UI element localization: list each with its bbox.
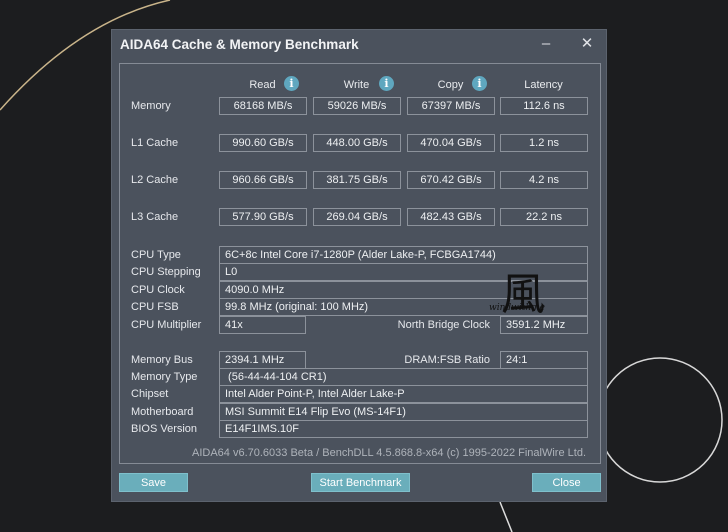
cpu-multiplier-value: 41x [219,316,306,334]
cpu-multiplier-label: CPU Multiplier [131,319,202,331]
minimize-icon[interactable]: – [535,34,557,54]
bios-version-label: BIOS Version [131,423,198,435]
bench-value-read: 577.90 GB/s [219,208,307,226]
read-info-icon[interactable]: i [284,76,299,91]
bench-row-label: L1 Cache [131,137,179,149]
bench-value-copy: 482.43 GB/s [407,208,495,226]
bench-value-latency: 112.6 ns [500,97,588,115]
bench-value-write: 448.00 GB/s [313,134,401,152]
write-info-icon[interactable]: i [379,76,394,91]
bench-value-latency: 4.2 ns [500,171,588,189]
chipset-label: Chipset [131,388,169,400]
watermark: 風windwithme [489,269,545,320]
cpu-clock-label: CPU Clock [131,284,185,296]
bench-value-latency: 22.2 ns [500,208,588,226]
dram-fsb-ratio-value: 24:1 [500,351,588,369]
bench-value-read: 990.60 GB/s [219,134,307,152]
bench-value-copy: 670.42 GB/s [407,171,495,189]
memory-type-label: Memory Type [131,371,198,383]
window-title: AIDA64 Cache & Memory Benchmark [120,37,359,52]
close-icon[interactable]: ✕ [576,34,598,54]
north-bridge-label: North Bridge Clock [397,319,490,331]
bench-value-write: 59026 MB/s [313,97,401,115]
cpu-type-label: CPU Type [131,249,181,261]
motherboard-label: Motherboard [131,406,194,418]
chipset-value: Intel Alder Point-P, Intel Alder Lake-P [219,385,588,403]
bench-value-copy: 470.04 GB/s [407,134,495,152]
dram-fsb-ratio-label: DRAM:FSB Ratio [404,354,490,366]
cpu-stepping-label: CPU Stepping [131,266,201,278]
bench-row-label: L3 Cache [131,211,179,223]
bench-value-read: 960.66 GB/s [219,171,307,189]
bench-row-label: L2 Cache [131,174,179,186]
save-button[interactable]: Save [119,473,188,492]
results-panel: Read i Write i Copy i Latency Memory 6816… [119,63,601,464]
bench-row-label: Memory [131,100,171,112]
bench-value-latency: 1.2 ns [500,134,588,152]
start-benchmark-button[interactable]: Start Benchmark [311,473,410,492]
benchmark-window: AIDA64 Cache & Memory Benchmark – ✕ Read… [111,29,607,502]
motherboard-value: MSI Summit E14 Flip Evo (MS-14F1) [219,403,588,421]
bench-value-write: 381.75 GB/s [313,171,401,189]
bench-value-copy: 67397 MB/s [407,97,495,115]
bios-version-value: E14F1IMS.10F [219,420,588,438]
memory-bus-label: Memory Bus [131,354,193,366]
cpu-fsb-label: CPU FSB [131,301,179,313]
memory-bus-value: 2394.1 MHz [219,351,306,369]
bench-value-write: 269.04 GB/s [313,208,401,226]
copy-info-icon[interactable]: i [472,76,487,91]
header-latency: Latency [524,79,563,91]
close-button[interactable]: Close [532,473,601,492]
memory-type-value: (56-44-44-104 CR1) [219,368,588,386]
bench-value-read: 68168 MB/s [219,97,307,115]
version-footer: AIDA64 v6.70.6033 Beta / BenchDLL 4.5.86… [192,447,586,459]
